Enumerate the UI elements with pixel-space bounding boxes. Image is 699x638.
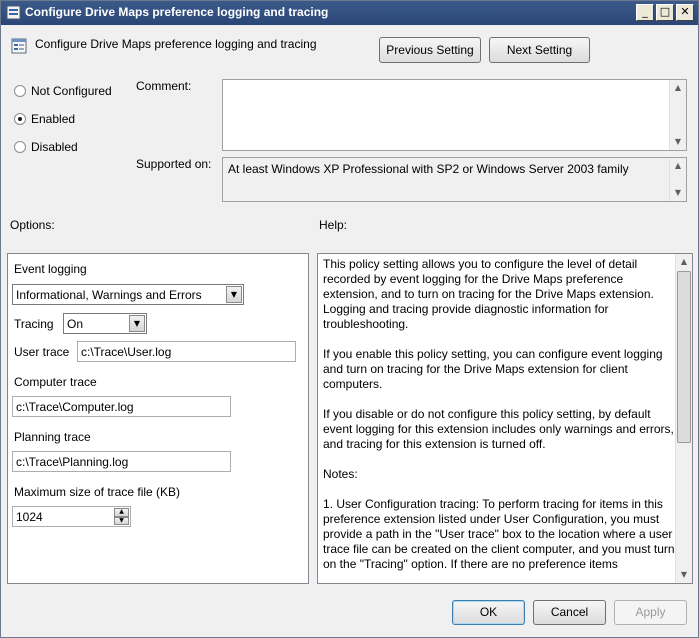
comment-field[interactable]: ▲ ▼ [222,79,687,151]
computer-trace-input[interactable]: c:\Trace\Computer.log [12,396,231,417]
previous-setting-button[interactable]: Previous Setting [379,37,481,63]
not-configured-radio[interactable]: Not Configured [14,84,112,98]
next-setting-button[interactable]: Next Setting [489,37,590,63]
planning-trace-input[interactable]: c:\Trace\Planning.log [12,451,231,472]
radio-circle[interactable] [14,141,26,153]
comment-label: Comment: [136,79,192,93]
event-logging-value: Informational, Warnings and Errors [16,288,202,302]
scroll-thumb[interactable] [677,271,691,443]
supported-on-value: At least Windows XP Professional with SP… [228,162,629,176]
scroll-up-icon[interactable]: ▲ [670,158,686,174]
tracing-dropdown[interactable]: On ▼ [63,313,147,334]
help-paragraph: If you enable this policy setting, you c… [323,347,663,391]
scroll-down-icon[interactable]: ▼ [670,134,686,150]
help-panel: This policy setting allows you to config… [317,253,693,584]
supported-scrollbar[interactable]: ▲ ▼ [669,158,686,201]
supported-on-label: Supported on: [136,157,212,171]
chevron-down-icon[interactable]: ▼ [226,286,242,303]
planning-trace-value: c:\Trace\Planning.log [16,455,129,469]
setting-title: Configure Drive Maps preference logging … [35,37,317,51]
max-size-stepper[interactable]: 1024 ▲ ▼ [12,506,131,527]
options-heading: Options: [10,218,55,232]
help-paragraph: This policy setting allows you to config… [323,257,654,331]
help-paragraph: If you disable or do not configure this … [323,407,674,451]
spin-down-icon[interactable]: ▼ [114,516,129,525]
radio-label: Enabled [31,112,76,126]
disabled-radio[interactable]: Disabled [14,140,78,154]
event-logging-dropdown[interactable]: Informational, Warnings and Errors ▼ [12,284,244,305]
help-paragraph: Notes: [323,467,358,481]
user-trace-input[interactable]: c:\Trace\User.log [77,341,296,362]
comment-scrollbar[interactable]: ▲ ▼ [669,80,686,150]
radio-circle[interactable] [14,85,26,97]
help-text: This policy setting allows you to config… [323,257,675,587]
spin-up-icon[interactable]: ▲ [114,508,129,517]
title-bar[interactable]: Configure Drive Maps preference logging … [1,1,698,25]
maximize-button[interactable]: □ [656,4,674,21]
help-heading: Help: [319,218,348,232]
minimize-button[interactable]: _ [636,4,654,21]
scroll-down-icon[interactable]: ▼ [676,567,692,583]
enabled-radio[interactable]: Enabled [14,112,75,126]
user-trace-value: c:\Trace\User.log [81,345,172,359]
window-title: Configure Drive Maps preference logging … [25,5,329,19]
computer-trace-label: Computer trace [14,375,97,389]
help-paragraph: 1. User Configuration tracing: To perfor… [323,497,675,571]
scroll-up-icon[interactable]: ▲ [676,254,692,270]
options-panel: Event logging Informational, Warnings an… [7,253,309,584]
chevron-down-icon[interactable]: ▼ [129,315,145,332]
radio-label: Disabled [31,140,78,154]
tracing-label: Tracing [14,317,54,331]
policy-setting-icon [11,38,27,54]
radio-circle[interactable] [14,113,26,125]
scroll-up-icon[interactable]: ▲ [670,80,686,96]
tracing-value: On [67,317,84,331]
apply-button[interactable]: Apply [614,600,687,625]
event-logging-label: Event logging [14,262,87,276]
ok-button[interactable]: OK [452,600,525,625]
scroll-down-icon[interactable]: ▼ [670,185,686,201]
help-scrollbar[interactable]: ▲ ▼ [675,254,692,583]
max-size-label: Maximum size of trace file (KB) [14,485,181,499]
close-button[interactable]: ✕ [676,4,694,21]
supported-on-field: At least Windows XP Professional with SP… [222,157,687,202]
radio-label: Not Configured [31,84,112,98]
planning-trace-label: Planning trace [14,430,91,444]
computer-trace-value: c:\Trace\Computer.log [16,400,134,414]
policy-icon [6,5,21,20]
dialog-window: Configure Drive Maps preference logging … [0,0,699,638]
user-trace-label: User trace [14,345,70,359]
cancel-button[interactable]: Cancel [533,600,606,625]
max-size-value: 1024 [16,510,43,524]
